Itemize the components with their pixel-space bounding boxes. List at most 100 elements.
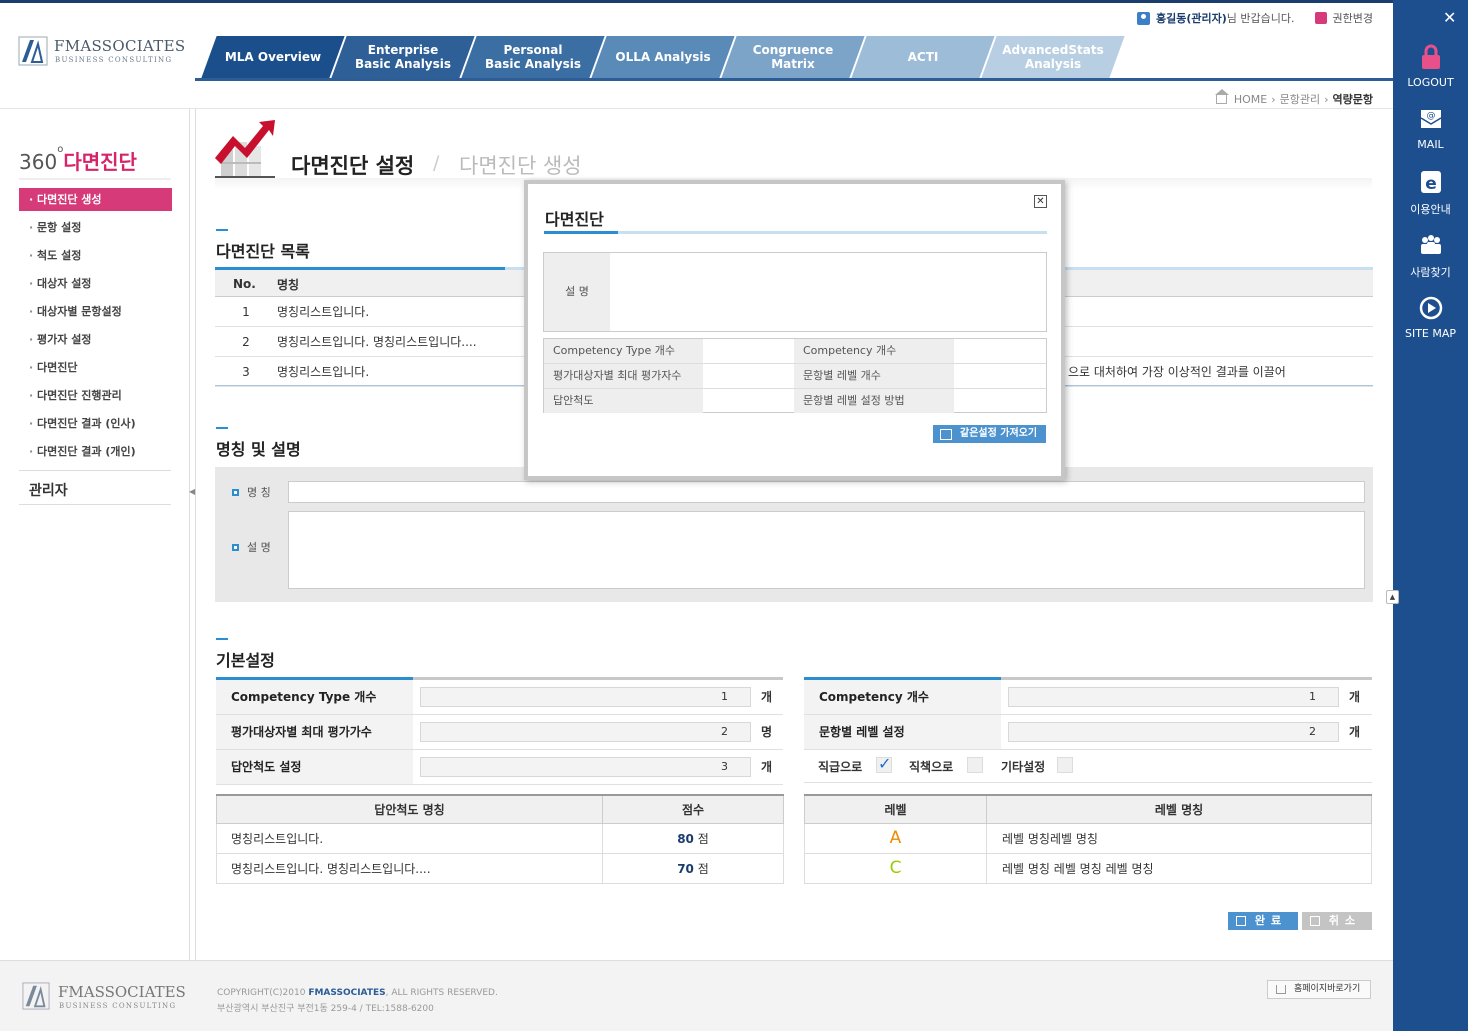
scale-unit: 점: [697, 861, 709, 876]
homepage-button[interactable]: 홈페이지바로가기: [1267, 980, 1371, 999]
rail-people[interactable]: 사람찾기: [1393, 232, 1468, 280]
import-settings-button[interactable]: 같은설정 가져오기: [933, 425, 1046, 443]
sidebar-item[interactable]: 문항 설정: [19, 216, 172, 244]
level-name: 레벨 명칭레벨 명칭: [986, 822, 1372, 854]
sidebar-item[interactable]: 다면진단 결과 (인사): [19, 412, 172, 440]
setting-input[interactable]: 3: [420, 757, 751, 777]
brand-logo[interactable]: FMASSOCIATES BUSINESS CONSULTING: [18, 36, 185, 70]
level-code: A: [804, 822, 987, 854]
setting-label: Competency Type 개수: [216, 680, 413, 714]
section-title-list: 다면진단 목록: [216, 229, 310, 262]
setting-row: 답안척도 설정 3 개: [216, 750, 783, 785]
close-icon[interactable]: ✕: [1443, 8, 1456, 27]
mail-icon: @: [1420, 110, 1441, 128]
role-change-link[interactable]: 권한변경: [1333, 10, 1373, 26]
desc-textarea[interactable]: [288, 511, 1365, 589]
footer-brand-name: FMASSOCIATES: [58, 983, 186, 1001]
scale-unit: 점: [697, 831, 709, 846]
table-row[interactable]: 명칭리스트입니다. 80 점: [216, 822, 784, 854]
bullet-square-icon: [232, 543, 239, 551]
name-input[interactable]: [288, 481, 1365, 503]
modal-close-icon[interactable]: ✕: [1034, 195, 1047, 208]
setting-row: Competency Type 개수 1 개: [216, 680, 783, 715]
rail-sitemap[interactable]: SITE MAP: [1393, 295, 1468, 340]
lock-icon: [1421, 44, 1440, 69]
nav-underline: [195, 78, 1393, 81]
title-separator: /: [433, 152, 440, 174]
table-row[interactable]: A 레벨 명칭레벨 명칭: [804, 822, 1372, 854]
scale-score: 70: [677, 861, 694, 876]
sidebar-item[interactable]: 다면진단 결과 (개인): [19, 440, 172, 468]
check-label-rank: 직급으로: [818, 760, 863, 774]
sidebar-item[interactable]: 대상자별 문항설정: [19, 300, 172, 328]
setting-unit: 개: [1349, 690, 1361, 704]
rail-logout[interactable]: LOGOUT: [1393, 44, 1468, 89]
checkbox-rank[interactable]: [876, 754, 892, 773]
setting-input[interactable]: 2: [420, 722, 751, 742]
check-label-position: 직책으로: [909, 760, 954, 774]
sidebar-item[interactable]: 다면진단 생성: [19, 188, 172, 211]
page-title: 다면진단 설정: [291, 154, 415, 178]
nav-tab[interactable]: Enterprise Basic Analysis: [331, 36, 475, 78]
breadcrumb-level1[interactable]: 문항관리: [1280, 91, 1320, 107]
sidebar-title-number: 360: [19, 150, 58, 174]
scale-score-cell: 70 점: [602, 852, 784, 884]
modal-grid-label: 평가대상자별 최대 평가자수: [544, 364, 703, 388]
rail-mail[interactable]: @ MAIL: [1393, 106, 1468, 151]
table-row[interactable]: 명칭리스트입니다. 명칭리스트입니다.... 70 점: [216, 852, 784, 884]
table-row[interactable]: C 레벨 명칭 레벨 명칭 레벨 명칭: [804, 852, 1372, 884]
role-change-icon: [1314, 12, 1327, 24]
breadcrumb-current: 역량문항: [1332, 93, 1373, 106]
nav-tab-label: OLLA Analysis: [615, 50, 711, 64]
nav-tab[interactable]: ACTI: [851, 36, 995, 78]
user-icon: [1137, 11, 1151, 25]
scroll-up-icon[interactable]: ▲: [1386, 590, 1399, 604]
scale-score: 80: [677, 831, 694, 846]
sidebar-title: 360o다면진단: [19, 144, 137, 175]
svg-text:@: @: [1426, 111, 1435, 121]
setting-input[interactable]: 2: [1008, 722, 1339, 742]
sidebar-item[interactable]: 대상자 설정: [19, 272, 172, 300]
nav-tab-label: ACTI: [907, 50, 939, 64]
sidebar-item[interactable]: 다면진단: [19, 356, 172, 384]
setting-unit: 명: [761, 725, 773, 739]
name-label: 명 칭: [232, 484, 271, 500]
modal-desc-box: 설 명: [543, 252, 1047, 332]
breadcrumb: HOME › 문항관리 › 역량문항: [1214, 88, 1373, 107]
cancel-button[interactable]: 취소: [1302, 912, 1372, 930]
user-bar: 홍길동(관리자) 님 반갑습니다. 권한변경: [1137, 10, 1373, 26]
nav-tab[interactable]: OLLA Analysis: [591, 36, 735, 78]
sidebar: 360o다면진단 다면진단 생성문항 설정척도 설정대상자 설정대상자별 문항설…: [0, 109, 196, 960]
done-button[interactable]: 완료: [1228, 912, 1298, 930]
checkbox-other[interactable]: [1057, 757, 1073, 773]
sidebar-item[interactable]: 평가자 설정: [19, 328, 172, 356]
user-name: 홍길동(관리자): [1156, 12, 1227, 25]
sidebar-admin[interactable]: 관리자: [29, 480, 68, 500]
setting-label: Competency 개수: [804, 680, 1001, 714]
nav-tab[interactable]: MLA Overview: [201, 36, 345, 78]
check-label-other: 기타설정: [1001, 760, 1046, 774]
sidebar-collapse-icon[interactable]: ◀: [189, 487, 195, 496]
sidebar-item[interactable]: 척도 설정: [19, 244, 172, 272]
header-divider: [0, 108, 1393, 109]
nav-tab[interactable]: AdvancedStats Analysis: [981, 36, 1125, 78]
footer-brand-tagline: BUSINESS CONSULTING: [59, 1002, 177, 1010]
nav-tab[interactable]: Personal Basic Analysis: [461, 36, 605, 78]
modal-info-grid: Competency Type 개수 Competency 개수 평가대상자별 최대…: [543, 338, 1047, 413]
save-icon: [1236, 916, 1246, 926]
modal-grid-label: 문항별 레벨 설정 방법: [794, 389, 954, 413]
row-name: 명칭리스트입니다.: [277, 305, 370, 319]
user-greeting: 님 반갑습니다.: [1226, 12, 1295, 25]
setting-input[interactable]: 1: [1008, 687, 1339, 707]
rail-guide-label: 이용안내: [1410, 203, 1451, 216]
setting-input[interactable]: 1: [420, 687, 751, 707]
row-no: 2: [242, 335, 250, 349]
sidebar-item[interactable]: 다면진단 진행관리: [19, 384, 172, 412]
growth-chart-icon: [215, 120, 275, 179]
checkbox-position[interactable]: [967, 757, 983, 773]
breadcrumb-home[interactable]: HOME: [1234, 93, 1267, 106]
nav-tab[interactable]: Congruence Matrix: [721, 36, 865, 78]
breadcrumb-sep: ›: [1271, 92, 1276, 106]
rail-guide[interactable]: e 이용안내: [1393, 169, 1468, 217]
modal-dialog: 다면진단 ✕ 설 명 Competency Type 개수 Competency …: [524, 180, 1065, 480]
